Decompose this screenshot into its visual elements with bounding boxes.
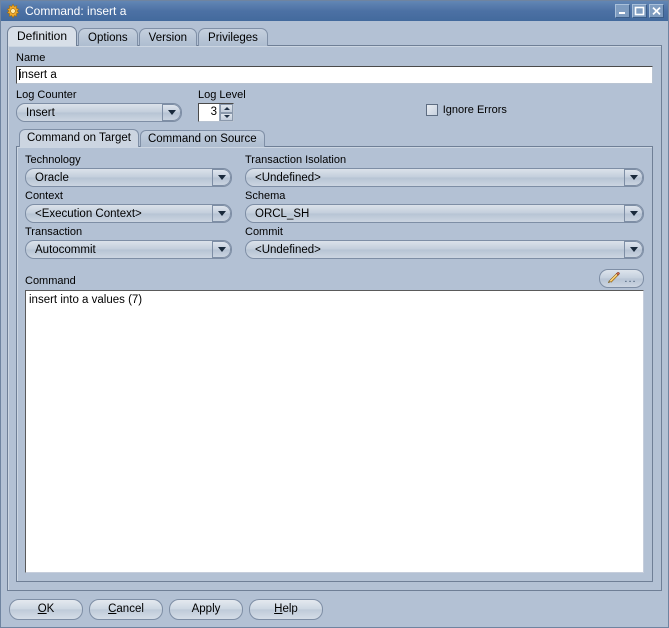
dialog-button-bar: OK Cancel Apply Help — [1, 591, 668, 627]
edit-command-button[interactable]: ... — [599, 269, 644, 288]
chevron-down-icon[interactable] — [624, 169, 643, 186]
transaction-isolation-value: <Undefined> — [255, 171, 321, 184]
context-field: Context <Execution Context> — [25, 190, 232, 223]
cancel-button[interactable]: Cancel — [89, 598, 163, 620]
command-tab-strip: Command on Target Command on Source — [16, 128, 653, 147]
chevron-down-icon[interactable] — [212, 169, 231, 186]
main-tab-strip: Definition Options Version Privileges — [1, 25, 668, 46]
log-counter-label: Log Counter — [16, 89, 77, 101]
commit-label: Commit — [245, 226, 283, 238]
log-level-value: 3 — [210, 106, 217, 118]
transaction-value: Autocommit — [35, 243, 96, 256]
log-level-stepper[interactable]: 3 — [198, 103, 234, 122]
log-counter-value: Insert — [26, 106, 55, 119]
transaction-label: Transaction — [25, 226, 83, 238]
name-input-value: insert a — [19, 69, 57, 81]
ok-button[interactable]: OK — [9, 598, 83, 620]
stepper-up-icon[interactable] — [220, 104, 233, 113]
apply-button[interactable]: Apply — [169, 598, 243, 620]
context-value: <Execution Context> — [35, 207, 142, 220]
gear-sun-icon — [5, 3, 21, 19]
technology-value: Oracle — [35, 171, 69, 184]
ok-label-rest: K — [46, 603, 55, 615]
ignore-errors-checkbox[interactable] — [425, 104, 438, 116]
chevron-down-icon[interactable] — [212, 205, 231, 222]
help-button[interactable]: Help — [249, 598, 323, 620]
close-icon[interactable] — [649, 4, 664, 18]
technology-label: Technology — [25, 154, 81, 166]
help-label-rest: elp — [282, 603, 298, 615]
name-input[interactable]: insert a — [16, 66, 653, 84]
command-header: Command ... — [25, 267, 644, 288]
transaction-isolation-dropdown[interactable]: <Undefined> — [245, 168, 644, 187]
window-title: Command: insert a — [25, 4, 127, 18]
log-counter-dropdown[interactable]: Insert — [16, 103, 182, 122]
transaction-isolation-field: Transaction Isolation <Undefined> — [245, 154, 644, 187]
title-bar: Command: insert a — [1, 1, 668, 21]
command-on-target-panel: Technology Oracle Transaction Isolation … — [16, 146, 653, 582]
ok-mnemonic: O — [37, 603, 47, 615]
tab-version[interactable]: Version — [138, 28, 198, 46]
window-controls — [615, 4, 666, 18]
cancel-label-rest: ancel — [116, 603, 144, 615]
pencil-icon — [606, 270, 621, 287]
commit-dropdown[interactable]: <Undefined> — [245, 240, 644, 259]
chevron-down-icon[interactable] — [624, 241, 643, 258]
context-label: Context — [25, 190, 63, 202]
chevron-down-icon[interactable] — [624, 205, 643, 222]
tab-privileges[interactable]: Privileges — [198, 28, 268, 46]
minimize-icon[interactable] — [615, 4, 630, 18]
maximize-icon[interactable] — [632, 4, 647, 18]
tab-options[interactable]: Options — [78, 28, 138, 46]
tab-definition[interactable]: Definition — [7, 26, 78, 46]
context-dropdown[interactable]: <Execution Context> — [25, 204, 232, 223]
schema-field: Schema ORCL_SH — [245, 190, 644, 223]
chevron-down-icon[interactable] — [212, 241, 231, 258]
transaction-field: Transaction Autocommit — [25, 226, 232, 259]
tab-command-on-source[interactable]: Command on Source — [139, 130, 265, 147]
schema-dropdown[interactable]: ORCL_SH — [245, 204, 644, 223]
connection-fields-grid: Technology Oracle Transaction Isolation … — [25, 154, 644, 259]
technology-dropdown[interactable]: Oracle — [25, 168, 232, 187]
ellipsis-label: ... — [624, 272, 637, 285]
ignore-errors-label: Ignore Errors — [442, 104, 507, 116]
schema-label: Schema — [245, 190, 286, 202]
command-textarea[interactable]: insert into a values (7) — [25, 290, 644, 573]
commit-field: Commit <Undefined> — [245, 226, 644, 259]
name-label: Name — [16, 52, 46, 64]
command-dialog-window: Command: insert a Definition Options Ver… — [0, 0, 669, 628]
stepper-down-icon[interactable] — [220, 112, 233, 121]
transaction-dropdown[interactable]: Autocommit — [25, 240, 232, 259]
tab-command-on-target[interactable]: Command on Target — [19, 129, 139, 147]
schema-value: ORCL_SH — [255, 207, 310, 220]
transaction-isolation-label: Transaction Isolation — [245, 154, 347, 166]
definition-panel: Name insert a Log Counter Insert Log Lev… — [7, 45, 662, 591]
stepper-buttons — [219, 104, 233, 121]
command-label: Command — [25, 275, 76, 287]
chevron-down-icon[interactable] — [162, 104, 181, 121]
log-level-label: Log Level — [198, 89, 246, 101]
commit-value: <Undefined> — [255, 243, 321, 256]
technology-field: Technology Oracle — [25, 154, 232, 187]
